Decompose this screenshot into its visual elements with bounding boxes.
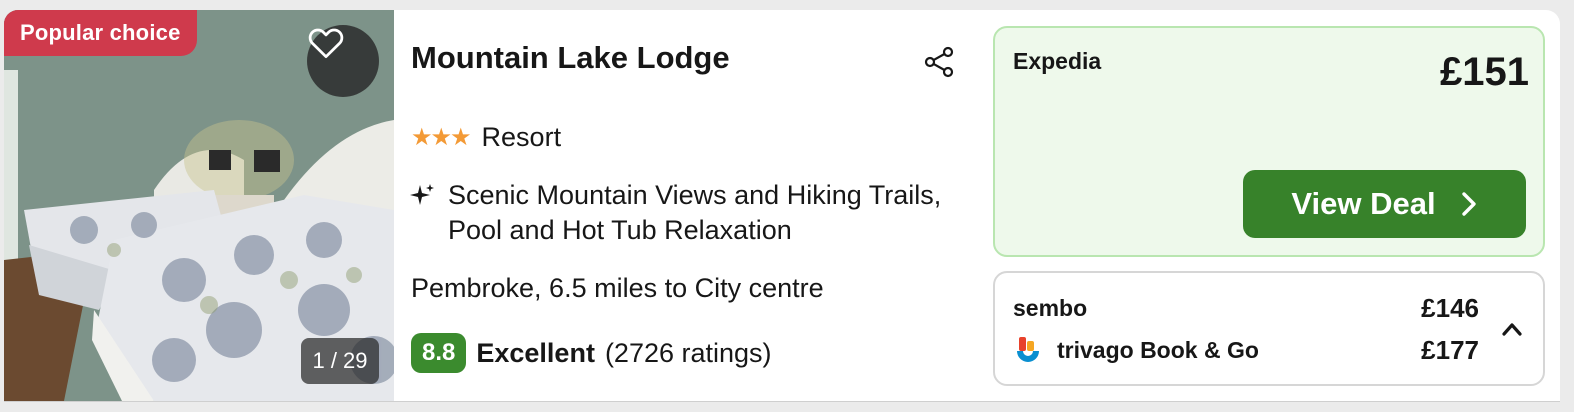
offer-provider-name: sembo [1013, 295, 1088, 321]
offer-row[interactable]: sembo £146 [1013, 289, 1479, 329]
photo-counter: 1 / 29 [301, 338, 379, 384]
heart-icon [308, 28, 344, 59]
view-deal-label: View Deal [1291, 186, 1436, 221]
property-type: Resort [481, 122, 562, 152]
location-text: Pembroke, 6.5 miles to City centre [411, 273, 824, 303]
share-button[interactable] [921, 44, 957, 80]
hotel-photo[interactable]: Popular choice 1 / 29 [4, 10, 394, 401]
rating-score-badge: 8.8 [411, 333, 467, 373]
deal-price: £151 [1440, 50, 1529, 94]
offer-price: £146 [1421, 293, 1479, 323]
other-offers-box: sembo £146 trivago Book & Go £177 [993, 271, 1545, 386]
highlight-row: Scenic Mountain Views and Hiking Trails,… [408, 178, 988, 248]
rating-count: (2726 ratings) [604, 337, 772, 368]
rating-label: Excellent [476, 337, 595, 368]
trivago-logo-icon [1017, 337, 1039, 362]
share-icon [924, 46, 954, 78]
view-deal-button[interactable]: View Deal [1243, 170, 1526, 238]
sparkle-icon [410, 184, 434, 205]
highlight-text: Scenic Mountain Views and Hiking Trails,… [448, 180, 942, 245]
hotel-result-card: Popular choice 1 / 29 Mountain Lake Lodg… [4, 10, 1560, 402]
star-rating: ★★★ [411, 124, 472, 151]
offer-price: £177 [1421, 335, 1479, 365]
guest-rating-row[interactable]: 8.8 Excellent (2726 ratings) [411, 333, 772, 373]
top-deal-box[interactable]: Expedia £151 View Deal [993, 26, 1545, 257]
hotel-name[interactable]: Mountain Lake Lodge [411, 40, 730, 76]
deal-provider-name: Expedia [1013, 48, 1102, 74]
chevron-right-icon [1461, 192, 1476, 216]
rating-type-row: ★★★ Resort [411, 122, 561, 153]
offer-row[interactable]: trivago Book & Go £177 [1013, 331, 1479, 371]
popular-choice-badge: Popular choice [4, 10, 197, 56]
favorite-button[interactable] [307, 25, 379, 97]
chevron-up-icon[interactable] [1499, 319, 1525, 339]
offer-provider-name: trivago Book & Go [1057, 337, 1259, 363]
